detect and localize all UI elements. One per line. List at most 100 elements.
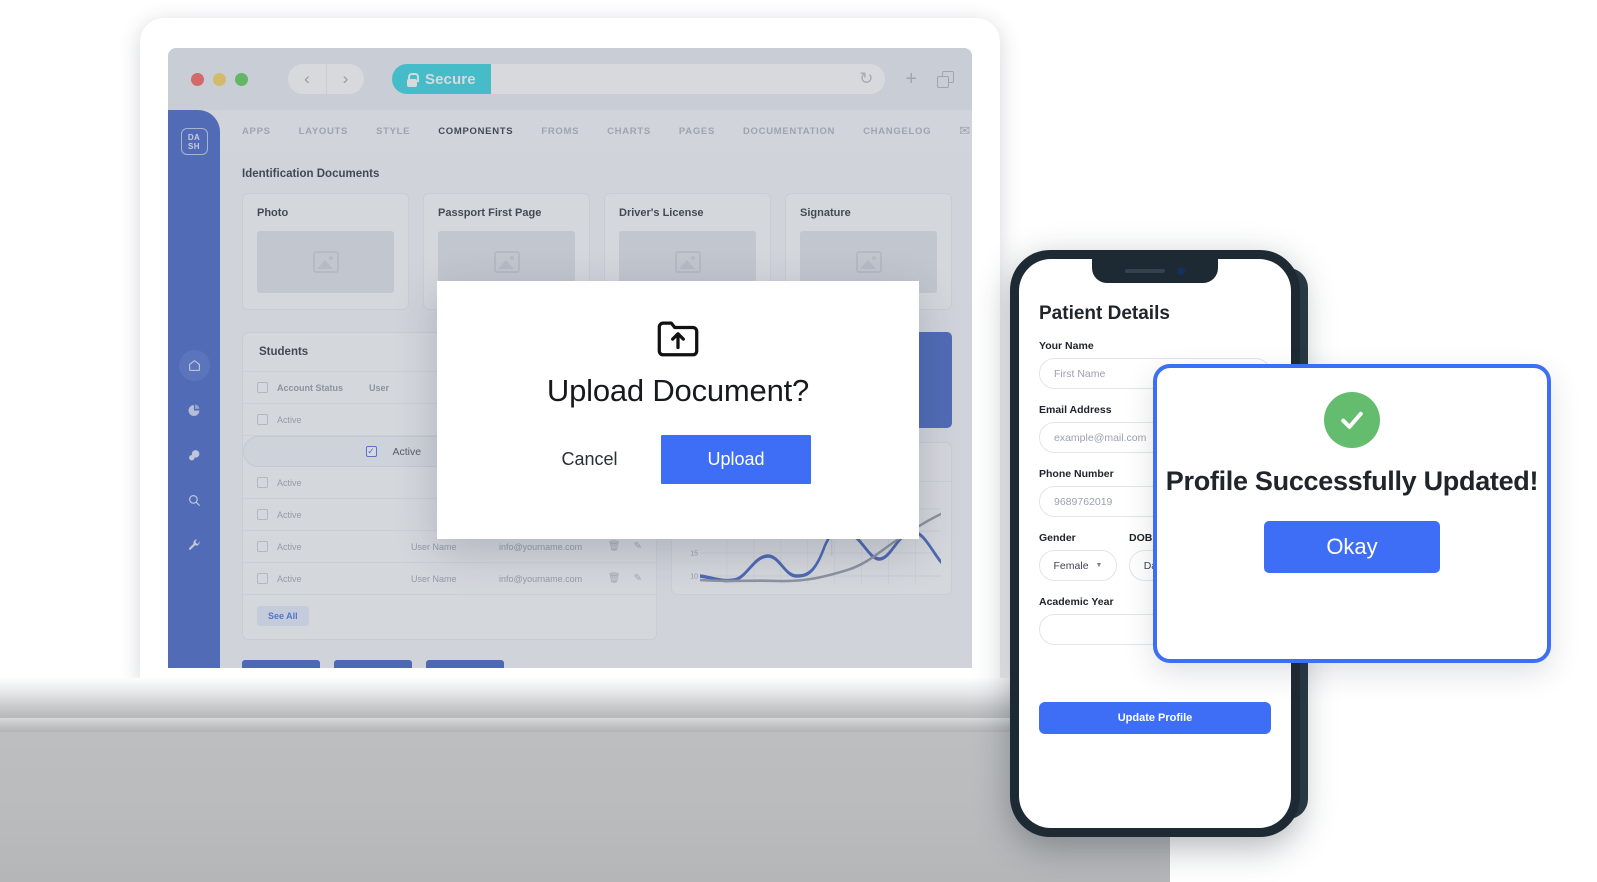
row-status: Active [277, 573, 302, 584]
image-placeholder-icon [493, 251, 520, 273]
window-controls[interactable] [191, 72, 248, 86]
row-actions: 🗑 ✎ [608, 573, 642, 584]
document-title: Signature [800, 207, 851, 219]
row-checkbox[interactable] [257, 414, 268, 425]
nav-charts[interactable]: CHARTS [607, 126, 651, 137]
tabs-icon[interactable] [937, 70, 954, 88]
gender-value: Female [1053, 559, 1089, 572]
app-logo[interactable]: DA SH [180, 128, 208, 155]
sidebar-item-home[interactable] [178, 350, 210, 381]
upload-button[interactable]: Upload [661, 435, 811, 484]
address-bar[interactable]: Secure ↻ [392, 64, 886, 94]
row-checkbox[interactable] [257, 477, 268, 488]
logo-line-2: SH [188, 141, 200, 151]
row-status: Active [277, 509, 302, 520]
y-tick: 10 [690, 573, 698, 581]
topnav-actions: ✉ 🔔 John Smith ▾ [959, 119, 972, 143]
plus-icon[interactable]: + [905, 69, 917, 89]
row-checkbox[interactable] [257, 509, 268, 520]
navigation-buttons: ‹ › [288, 64, 364, 94]
pencil-icon[interactable]: ✎ [634, 541, 642, 552]
modal-actions: Cancel Upload [545, 435, 811, 484]
nav-apps[interactable]: APPS [242, 126, 271, 137]
action-buttons-row [242, 660, 952, 668]
pencil-icon[interactable]: ✎ [634, 573, 642, 584]
scene: ‹ › Secure ↻ + DA SH APPS LAYOUTS STYLE … [0, 0, 1597, 882]
nav-components[interactable]: COMPONENTS [438, 126, 513, 137]
field-gender: Gender Female ▼ [1039, 532, 1117, 581]
row-username: User Name [411, 573, 457, 584]
y-tick: 15 [690, 550, 698, 558]
image-placeholder-icon [674, 251, 701, 273]
row-checkbox[interactable] [257, 573, 268, 584]
sidebar-item-analytics[interactable] [179, 395, 210, 426]
nav-froms[interactable]: FROMS [541, 126, 579, 137]
row-checkbox[interactable] [257, 541, 268, 552]
see-all-button[interactable]: See All [257, 606, 309, 626]
action-button-3[interactable] [426, 660, 504, 668]
secure-badge: Secure [392, 64, 491, 94]
sidebar-item-search[interactable] [179, 485, 210, 516]
row-status: Active [277, 477, 302, 488]
row-email: info@yourname.com [499, 541, 583, 552]
reload-icon[interactable]: ↻ [859, 69, 873, 89]
top-navigation: APPS LAYOUTS STYLE COMPONENTS FROMS CHAR… [220, 110, 972, 152]
action-button-1[interactable] [242, 660, 320, 668]
label-gender: Gender [1039, 532, 1076, 544]
image-placeholder-icon [855, 251, 882, 273]
forward-button[interactable]: › [326, 64, 364, 94]
row-username: User Name [411, 541, 457, 552]
check-circle-icon [1324, 392, 1380, 448]
row-actions: 🗑 ✎ [608, 541, 642, 552]
modal-title: Upload Document? [546, 373, 810, 408]
nav-changelog[interactable]: CHANGELOG [863, 126, 931, 137]
update-profile-button[interactable]: Update Profile [1039, 702, 1271, 734]
page-title: Identification Documents [242, 168, 380, 180]
chevron-down-icon: ▼ [1095, 562, 1103, 569]
lock-icon [405, 72, 419, 87]
sidebar-nav [178, 350, 210, 561]
cancel-button[interactable]: Cancel [545, 439, 633, 480]
row-status: Active [277, 541, 302, 552]
laptop-shadow [0, 732, 1170, 882]
row-email: info@yourname.com [499, 573, 583, 584]
row-checkbox[interactable]: ✓ [365, 446, 377, 457]
success-message: Profile Successfully Updated! [1165, 466, 1539, 496]
camera-icon [1177, 267, 1185, 275]
chrome-actions: + [905, 69, 954, 89]
maximize-button[interactable] [235, 72, 248, 86]
close-button[interactable] [191, 72, 204, 86]
document-title: Photo [257, 207, 289, 219]
sidebar-item-messages[interactable] [179, 440, 210, 471]
minimize-button[interactable] [213, 72, 226, 86]
app-sidebar: DA SH [168, 110, 220, 668]
browser-chrome: ‹ › Secure ↻ + [168, 48, 972, 110]
envelope-icon[interactable]: ✉ [959, 123, 970, 139]
okay-button[interactable]: Okay [1264, 521, 1440, 574]
action-button-2[interactable] [334, 660, 412, 668]
phone-page-title: Patient Details [1039, 303, 1170, 324]
phone-notch [1092, 259, 1218, 283]
document-card-photo[interactable]: Photo [242, 193, 409, 310]
trash-icon[interactable]: 🗑 [608, 541, 621, 552]
row-status: Active [277, 414, 302, 425]
nav-documentation[interactable]: DOCUMENTATION [743, 126, 835, 137]
label-your-name: Your Name [1039, 340, 1094, 352]
document-title: Driver's License [619, 207, 704, 219]
image-placeholder-icon [312, 251, 339, 273]
select-all-checkbox[interactable] [257, 382, 268, 393]
nav-pages[interactable]: PAGES [679, 126, 715, 137]
nav-style[interactable]: STYLE [376, 126, 410, 137]
sidebar-item-settings[interactable] [179, 530, 210, 561]
folder-upload-icon [654, 317, 702, 359]
upload-modal: Upload Document? Cancel Upload [437, 281, 919, 539]
column-account-status: Account Status [277, 382, 344, 393]
column-user: User [369, 382, 390, 393]
trash-icon[interactable]: 🗑 [608, 573, 621, 584]
document-title: Passport First Page [438, 207, 542, 219]
table-row[interactable]: Active User Name info@yourname.com 🗑 ✎ [243, 563, 656, 595]
gender-select[interactable]: Female ▼ [1039, 550, 1117, 581]
logo-line-1: DA [187, 132, 201, 142]
back-button[interactable]: ‹ [288, 64, 326, 94]
nav-layouts[interactable]: LAYOUTS [299, 126, 348, 137]
